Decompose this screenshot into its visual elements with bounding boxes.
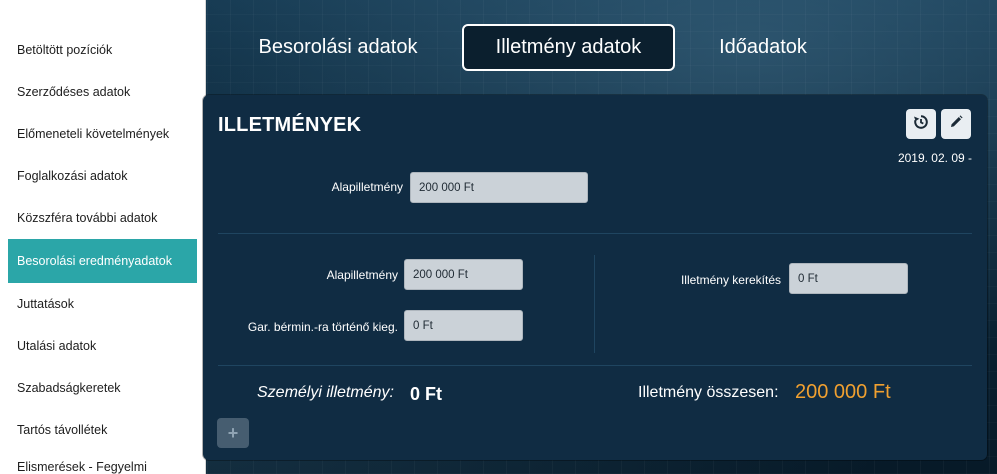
- sidebar-item-label: Utalási adatok: [17, 339, 97, 353]
- sidebar: Betöltött pozíciók Szerződéses adatok El…: [0, 0, 206, 474]
- sidebar-item-elismeresek-fegyelmi[interactable]: Elismerések - Fegyelmi: [8, 448, 197, 474]
- sidebar-item-label: Foglalkozási adatok: [17, 169, 128, 183]
- illetmenyek-panel: ILLETMÉNYEK 2019. 02. 09 - Alapilletmény…: [203, 95, 987, 460]
- sidebar-item-label: Tartós távollétek: [17, 423, 108, 437]
- add-button[interactable]: +: [217, 418, 249, 448]
- sidebar-item-juttatasok[interactable]: Juttatások: [8, 283, 197, 325]
- sidebar-item-label: Szerződéses adatok: [17, 85, 131, 99]
- history-icon: [913, 114, 929, 135]
- sidebar-item-betoltott-poziciok[interactable]: Betöltött pozíciók: [8, 29, 197, 71]
- tab-idoadatok[interactable]: Időadatok: [700, 24, 826, 71]
- sidebar-item-utalasi-adatok[interactable]: Utalási adatok: [8, 325, 197, 367]
- gar-bermin-field[interactable]: [404, 310, 523, 341]
- alapilletmeny-detail-label: Alapilletmény: [326, 268, 398, 282]
- pencil-icon: [948, 114, 964, 135]
- alapilletmeny-detail-field[interactable]: [404, 259, 523, 290]
- tab-label: Időadatok: [719, 36, 807, 58]
- sidebar-item-tartos-tavolletek[interactable]: Tartós távollétek: [8, 409, 197, 451]
- sidebar-item-szerzodeses-adatok[interactable]: Szerződéses adatok: [8, 71, 197, 113]
- tab-label: Illetmény adatok: [495, 36, 642, 58]
- sidebar-item-label: Besorolási eredményadatok: [17, 254, 172, 268]
- illetmeny-osszesen-label: Illetmény összesen:: [638, 384, 779, 401]
- illetmeny-kerekites-field[interactable]: [789, 263, 908, 294]
- sidebar-item-kozszfera-tovabbi-adatok[interactable]: Közszféra további adatok: [8, 197, 197, 239]
- alapilletmeny-field[interactable]: [410, 172, 588, 203]
- sidebar-item-label: Juttatások: [17, 297, 74, 311]
- history-button[interactable]: [906, 109, 936, 139]
- vertical-divider: [594, 255, 595, 353]
- sidebar-item-foglalkozasi-adatok[interactable]: Foglalkozási adatok: [8, 155, 197, 197]
- tab-illetmeny-adatok[interactable]: Illetmény adatok: [462, 24, 675, 71]
- gar-bermin-label: Gar. bérmin.-ra történő kieg.: [247, 320, 398, 334]
- tab-besorolasi-adatok[interactable]: Besorolási adatok: [238, 24, 438, 71]
- sidebar-item-besorolasi-eredmenyadatok[interactable]: Besorolási eredményadatok: [8, 239, 197, 283]
- illetmeny-kerekites-label: Illetmény kerekítés: [680, 273, 781, 287]
- illetmeny-osszesen-value: 200 000 Ft: [795, 381, 891, 403]
- divider: [218, 365, 972, 366]
- alapilletmeny-label: Alapilletmény: [331, 180, 403, 194]
- sidebar-item-label: Közszféra további adatok: [17, 211, 158, 225]
- sidebar-item-label: Betöltött pozíciók: [17, 43, 113, 57]
- panel-title: ILLETMÉNYEK: [218, 114, 362, 136]
- sidebar-item-szabadsagkeretek[interactable]: Szabadságkeretek: [8, 367, 197, 409]
- validity-date: 2019. 02. 09 -: [897, 151, 972, 165]
- sidebar-item-elomeneteli-kovetelmenyek[interactable]: Előmeneteli követelmények: [8, 113, 197, 155]
- edit-button[interactable]: [941, 109, 971, 139]
- szemelyi-illetmeny-value: 0 Ft: [410, 384, 443, 404]
- tab-label: Besorolási adatok: [258, 36, 418, 58]
- sidebar-item-label: Elismerések - Fegyelmi: [17, 460, 147, 474]
- sidebar-item-label: Szabadságkeretek: [17, 381, 121, 395]
- sidebar-item-label: Előmeneteli követelmények: [17, 127, 170, 141]
- plus-icon: +: [227, 422, 239, 443]
- divider: [218, 233, 972, 234]
- szemelyi-illetmeny-label: Személyi illetmény:: [257, 384, 394, 401]
